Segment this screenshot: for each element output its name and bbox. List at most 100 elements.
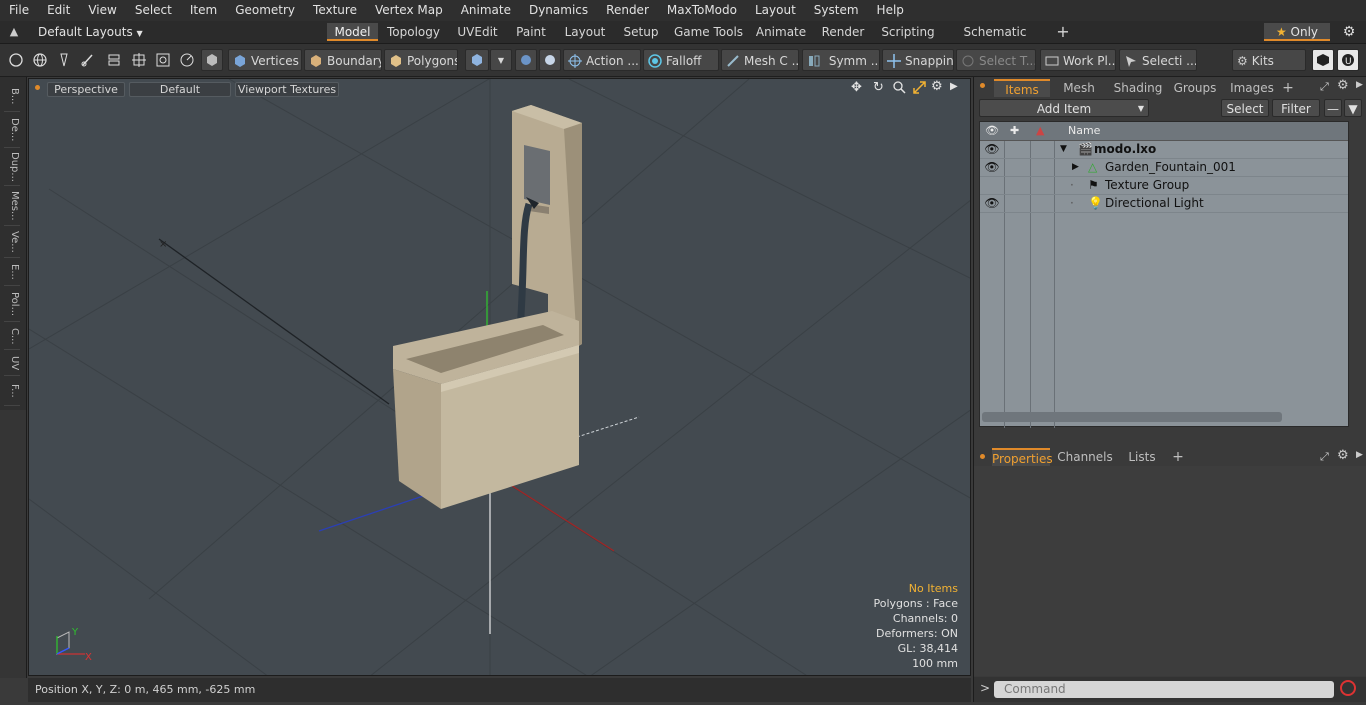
funnel-icon[interactable]: ▼ [1344, 99, 1362, 117]
tab-topology[interactable]: Topology [382, 23, 445, 41]
viewport-expand-icon[interactable]: ▶ [950, 81, 958, 92]
boundary-button[interactable]: Boundary [304, 49, 382, 71]
pie-icon[interactable] [176, 49, 198, 71]
left-tab-vertex[interactable]: Ve... [4, 227, 20, 258]
command-input[interactable]: Command [994, 681, 1334, 698]
add-properties-tab[interactable]: + [1170, 448, 1186, 466]
tab-setup[interactable]: Setup [617, 23, 665, 41]
layout-menu-icon[interactable]: ▲ [6, 24, 22, 40]
menu-vertex-map[interactable]: Vertex Map [366, 0, 452, 21]
menu-animate[interactable]: Animate [452, 0, 520, 21]
work-plane-button[interactable]: Work Pl... [1040, 49, 1116, 71]
tab-paint[interactable]: Paint [510, 23, 552, 41]
tab-mesh-ops[interactable]: Mesh Ops [1050, 79, 1108, 113]
tab-lists[interactable]: Lists [1120, 448, 1164, 466]
falloff-button[interactable]: Falloff [643, 49, 719, 71]
tab-shading[interactable]: Shading [1110, 79, 1166, 97]
snapping-button[interactable]: Snapping [882, 49, 954, 71]
shading-dropdown[interactable]: Default [129, 82, 231, 97]
globe-icon[interactable] [29, 49, 51, 71]
properties-dot-icon[interactable] [980, 454, 985, 459]
properties-expand-icon[interactable]: ⤢ [1320, 450, 1329, 464]
tree-row-texture-group[interactable]: · ⚑ Texture Group [980, 176, 1348, 195]
tab-game-tools[interactable]: Game Tools [671, 23, 746, 41]
menu-item[interactable]: Item [181, 0, 226, 21]
circle-select-icon[interactable] [5, 49, 27, 71]
collapse-arrow-icon[interactable]: ▼ [1060, 140, 1067, 158]
properties-chevron-right-icon[interactable]: ▶ [1356, 450, 1363, 460]
items-chevron-right-icon[interactable]: ▶ [1356, 80, 1363, 90]
collapse-icon[interactable]: — [1324, 99, 1342, 117]
3d-viewport[interactable]: × Perspective Default Viewport Textures … [28, 78, 971, 676]
unity-icon[interactable] [1312, 49, 1334, 71]
left-tab-duplicate[interactable]: Dup... [4, 149, 20, 186]
menu-dynamics[interactable]: Dynamics [520, 0, 597, 21]
menu-select[interactable]: Select [126, 0, 181, 21]
brush-icon[interactable] [77, 49, 99, 71]
menu-render[interactable]: Render [597, 0, 658, 21]
menu-help[interactable]: Help [868, 0, 913, 21]
filter-button[interactable]: Filter [1272, 99, 1320, 117]
menu-system[interactable]: System [805, 0, 868, 21]
eye-icon[interactable]: 👁 [980, 140, 1004, 158]
menu-maxtomodo[interactable]: MaxToModo [658, 0, 746, 21]
eye-icon[interactable]: 👁 [980, 158, 1004, 176]
eye-icon[interactable]: 👁 [980, 194, 1004, 212]
tab-layout[interactable]: Layout [558, 23, 612, 41]
chevron-down-icon[interactable]: ▼ [490, 49, 512, 71]
unreal-icon[interactable]: U [1337, 49, 1359, 71]
align-icon[interactable] [103, 49, 125, 71]
items-dot-icon[interactable] [980, 83, 985, 88]
tree-row-garden-fountain[interactable]: 👁 ▶ △ Garden_Fountain_001 [980, 158, 1348, 177]
viewport-gear-icon[interactable]: ⚙ [931, 79, 943, 94]
tab-uvedit[interactable]: UVEdit [450, 23, 505, 41]
pen-icon[interactable] [53, 49, 75, 71]
menu-edit[interactable]: Edit [38, 0, 79, 21]
left-tab-uv[interactable]: UV [4, 351, 20, 376]
rotate-view-icon[interactable]: ↻ [873, 80, 884, 95]
menu-texture[interactable]: Texture [304, 0, 366, 21]
snap-box-icon[interactable] [152, 49, 174, 71]
tab-items[interactable]: Items [994, 79, 1050, 97]
tab-render[interactable]: Render [816, 23, 870, 41]
left-tab-basic[interactable]: B... [4, 81, 20, 112]
properties-gear-icon[interactable]: ⚙ [1337, 448, 1349, 463]
left-tab-deform[interactable]: De... [4, 113, 20, 148]
left-tab-polygon[interactable]: Pol... [4, 287, 20, 322]
tree-row-modo-lxo[interactable]: 👁 ▼ 🎬 modo.lxo [980, 140, 1348, 159]
fit-view-icon[interactable] [913, 81, 926, 97]
mesh-constraint-button[interactable]: Mesh C ... [721, 49, 799, 71]
lock-col-icon[interactable]: ✚ [1010, 122, 1019, 140]
center-icon[interactable] [128, 49, 150, 71]
menu-geometry[interactable]: Geometry [226, 0, 304, 21]
tree-row-directional-light[interactable]: 👁 · 💡 Directional Light [980, 194, 1348, 213]
left-tab-mesh-edit[interactable]: Mes... [4, 187, 20, 226]
viewport-textures-dropdown[interactable]: Viewport Textures [235, 82, 339, 97]
left-tab-curve[interactable]: C... [4, 323, 20, 350]
perspective-dropdown[interactable]: Perspective [47, 82, 125, 97]
vertices-button[interactable]: Vertices [228, 49, 302, 71]
symmetry-button[interactable]: Symm ... [802, 49, 880, 71]
tab-images[interactable]: Images [1224, 79, 1280, 97]
move-view-icon[interactable]: ✥ [851, 80, 862, 95]
selection-sets-button[interactable]: Selecti ... [1119, 49, 1197, 71]
add-tab-button[interactable]: + [1052, 23, 1074, 41]
material-cube-icon[interactable] [465, 49, 489, 71]
action-button[interactable]: Action ... [563, 49, 641, 71]
item-mode-icon[interactable] [201, 49, 223, 71]
left-tab-fusion[interactable]: F... [4, 377, 20, 406]
menu-view[interactable]: View [79, 0, 125, 21]
axis-col-icon[interactable]: ▲ [1036, 122, 1044, 140]
expand-arrow-icon[interactable]: ▶ [1072, 158, 1079, 176]
tab-groups[interactable]: Groups [1167, 79, 1223, 97]
default-layouts-dropdown[interactable]: Default Layouts ▼ [38, 23, 143, 41]
menu-file[interactable]: File [0, 0, 38, 21]
horizontal-scrollbar[interactable] [982, 412, 1282, 422]
kits-button[interactable]: ⚙ Kits [1232, 49, 1306, 71]
gear-icon[interactable]: ⚙ [1340, 23, 1358, 41]
select-button[interactable]: Select [1221, 99, 1269, 117]
only-toggle[interactable]: ★ Only [1264, 23, 1330, 41]
zoom-view-icon[interactable] [893, 81, 906, 97]
menu-layout[interactable]: Layout [746, 0, 805, 21]
add-items-tab[interactable]: + [1280, 79, 1296, 97]
